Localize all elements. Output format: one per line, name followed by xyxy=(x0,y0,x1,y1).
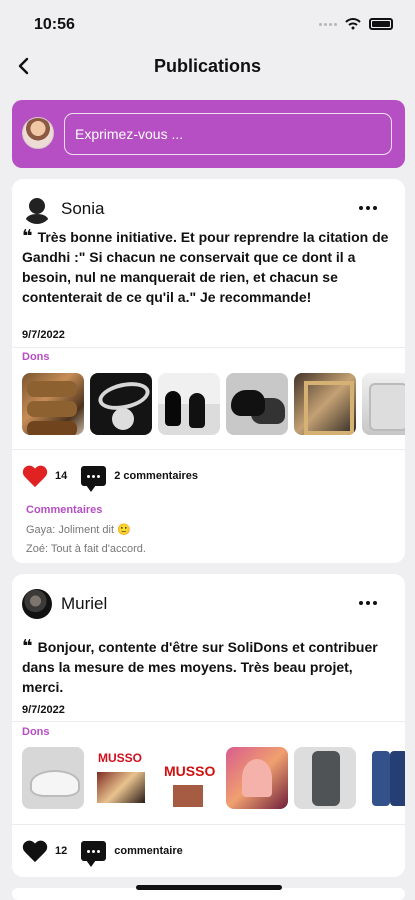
battery-icon xyxy=(369,18,393,30)
post-date: 9/7/2022 xyxy=(22,704,65,716)
post-card: Muriel ❝ Bonjour, contente d'être sur Sol… xyxy=(12,574,405,877)
donations-label[interactable]: Dons xyxy=(22,351,50,363)
donation-photo[interactable] xyxy=(158,747,220,809)
heart-icon[interactable] xyxy=(22,464,50,488)
signal-icon xyxy=(319,22,337,26)
donation-photo[interactable] xyxy=(362,747,405,809)
divider xyxy=(12,824,405,825)
quote-icon: ❝ xyxy=(22,226,33,247)
post-actions: 12 commentaire xyxy=(22,839,183,867)
page-title: Publications xyxy=(153,56,261,76)
post-author: Sonia xyxy=(22,191,104,227)
comment-icon[interactable] xyxy=(81,466,107,492)
donation-photo[interactable] xyxy=(294,373,356,435)
current-user-avatar xyxy=(22,117,54,149)
donations-label[interactable]: Dons xyxy=(22,726,50,738)
comment-item: Gaya: Joliment dit 🙂 xyxy=(26,524,131,536)
heart-icon[interactable] xyxy=(22,839,50,863)
author-name: Muriel xyxy=(61,594,108,613)
status-bar: 10:56 xyxy=(0,0,415,44)
donation-photo[interactable] xyxy=(22,747,84,809)
post-card: Sonia ❝ Très bonne initiative. Et pour re… xyxy=(12,179,405,563)
donation-photo[interactable] xyxy=(294,747,356,809)
status-time: 10:56 xyxy=(34,16,75,33)
comments-title[interactable]: Commentaires xyxy=(26,504,102,516)
like-count: 12 xyxy=(55,845,68,857)
more-options-icon[interactable] xyxy=(359,592,381,605)
home-indicator xyxy=(136,885,282,890)
divider xyxy=(12,347,405,348)
status-icons xyxy=(319,18,393,30)
wifi-icon xyxy=(345,18,361,30)
post-composer: Exprimez-vous ... xyxy=(12,100,405,168)
donation-photo[interactable] xyxy=(226,373,288,435)
like-count: 14 xyxy=(55,470,68,482)
comment-item: Zoé: Tout à fait d'accord. xyxy=(26,543,146,555)
divider xyxy=(12,449,405,450)
post-text: ❝ Très bonne initiative. Et pour reprendr… xyxy=(22,226,389,306)
post-text: ❝ Bonjour, contente d'être sur SoliDons e… xyxy=(22,636,378,696)
donation-photo[interactable] xyxy=(226,747,288,809)
more-options-icon[interactable] xyxy=(359,197,381,210)
post-date: 9/7/2022 xyxy=(22,329,65,341)
post-input[interactable]: Exprimez-vous ... xyxy=(64,113,392,155)
post-actions: 14 2 commentaires xyxy=(22,464,198,492)
user-avatar-icon xyxy=(22,194,52,224)
author-name: Sonia xyxy=(61,199,105,218)
donation-photo[interactable] xyxy=(158,373,220,435)
donation-thumbnails xyxy=(22,373,405,435)
quote-icon: ❝ xyxy=(22,636,33,657)
donation-photo[interactable] xyxy=(22,373,84,435)
comment-count[interactable]: 2 commentaires xyxy=(114,470,198,482)
donation-photo[interactable] xyxy=(90,747,152,809)
donation-photo[interactable] xyxy=(362,373,405,435)
comment-count[interactable]: commentaire xyxy=(114,845,182,857)
donation-thumbnails xyxy=(22,747,405,809)
post-author: Muriel xyxy=(22,586,107,622)
comment-icon[interactable] xyxy=(81,841,107,867)
divider xyxy=(12,721,405,722)
top-navigation: Publications xyxy=(0,44,415,90)
donation-photo[interactable] xyxy=(90,373,152,435)
avatar xyxy=(22,589,52,619)
